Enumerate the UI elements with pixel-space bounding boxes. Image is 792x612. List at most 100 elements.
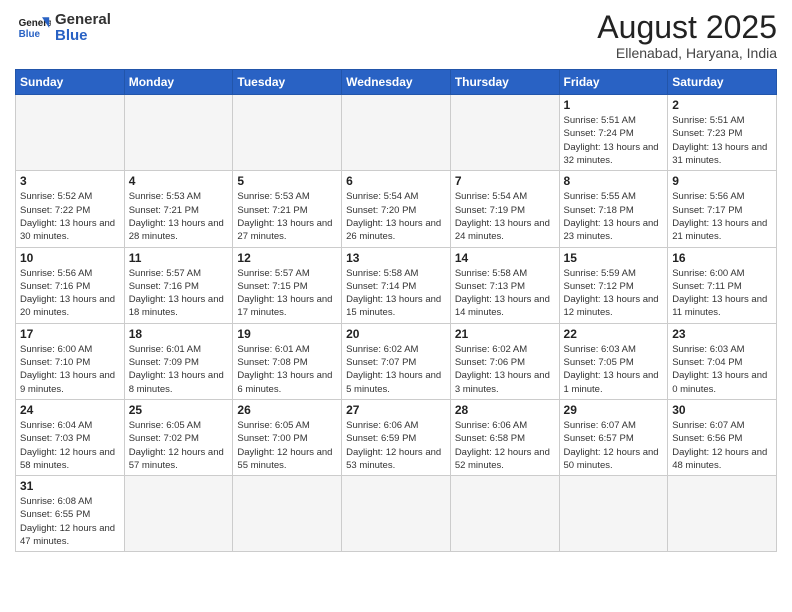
day-info: Sunrise: 6:08 AM Sunset: 6:55 PM Dayligh… xyxy=(20,495,120,548)
calendar-cell: 7Sunrise: 5:54 AM Sunset: 7:19 PM Daylig… xyxy=(450,171,559,247)
calendar-week-row: 10 Sunrise: 5:56 AM Sunset: 7:16 PM Dayli… xyxy=(16,247,777,323)
calendar-cell: 13 Sunrise: 5:58 AM Sunset: 7:14 PM Dayli… xyxy=(342,247,451,323)
day-number: 26 xyxy=(237,403,337,417)
calendar-cell: 30Sunrise: 6:07 AM Sunset: 6:56 PM Dayli… xyxy=(668,399,777,475)
calendar-cell xyxy=(124,95,233,171)
calendar-cell xyxy=(16,95,125,171)
day-number: 14 xyxy=(455,251,555,265)
calendar-title: August 2025 xyxy=(597,10,777,45)
day-number: 17 xyxy=(20,327,120,341)
day-info: Sunrise: 5:51 AM Sunset: 7:24 PM Dayligh… xyxy=(564,114,664,167)
logo: General Blue General Blue xyxy=(15,10,111,46)
calendar-cell: 23Sunrise: 6:03 AM Sunset: 7:04 PM Dayli… xyxy=(668,323,777,399)
calendar-cell: 4 Sunrise: 5:53 AM Sunset: 7:21 PM Daylig… xyxy=(124,171,233,247)
day-info: Sunrise: 6:00 AM Sunset: 7:10 PM Dayligh… xyxy=(20,343,120,396)
day-info: Sunrise: 5:59 AM Sunset: 7:12 PM Dayligh… xyxy=(564,267,664,320)
calendar-cell: 27Sunrise: 6:06 AM Sunset: 6:59 PM Dayli… xyxy=(342,399,451,475)
day-info: Sunrise: 6:00 AM Sunset: 7:11 PM Dayligh… xyxy=(672,267,772,320)
calendar-cell: 25 Sunrise: 6:05 AM Sunset: 7:02 PM Dayli… xyxy=(124,399,233,475)
weekday-header-thursday: Thursday xyxy=(450,70,559,95)
weekday-header-row: SundayMondayTuesdayWednesdayThursdayFrid… xyxy=(16,70,777,95)
day-number: 1 xyxy=(564,98,664,112)
calendar-cell: 29Sunrise: 6:07 AM Sunset: 6:57 PM Dayli… xyxy=(559,399,668,475)
calendar-cell: 14 Sunrise: 5:58 AM Sunset: 7:13 PM Dayli… xyxy=(450,247,559,323)
day-number: 28 xyxy=(455,403,555,417)
svg-text:Blue: Blue xyxy=(19,29,41,40)
day-number: 9 xyxy=(672,174,772,188)
day-number: 4 xyxy=(129,174,229,188)
day-number: 24 xyxy=(20,403,120,417)
calendar-cell xyxy=(233,476,342,552)
calendar-cell: 10 Sunrise: 5:56 AM Sunset: 7:16 PM Dayli… xyxy=(16,247,125,323)
calendar-week-row: 1 Sunrise: 5:51 AM Sunset: 7:24 PM Daylig… xyxy=(16,95,777,171)
day-number: 12 xyxy=(237,251,337,265)
calendar-subtitle: Ellenabad, Haryana, India xyxy=(597,45,777,61)
calendar-cell: 16 Sunrise: 6:00 AM Sunset: 7:11 PM Dayli… xyxy=(668,247,777,323)
calendar-cell: 6Sunrise: 5:54 AM Sunset: 7:20 PM Daylig… xyxy=(342,171,451,247)
day-info: Sunrise: 6:05 AM Sunset: 7:02 PM Dayligh… xyxy=(129,419,229,472)
day-info: Sunrise: 5:53 AM Sunset: 7:21 PM Dayligh… xyxy=(129,190,229,243)
day-number: 13 xyxy=(346,251,446,265)
day-info: Sunrise: 6:06 AM Sunset: 6:58 PM Dayligh… xyxy=(455,419,555,472)
day-number: 25 xyxy=(129,403,229,417)
calendar-cell: 9Sunrise: 5:56 AM Sunset: 7:17 PM Daylig… xyxy=(668,171,777,247)
calendar-cell: 24 Sunrise: 6:04 AM Sunset: 7:03 PM Dayli… xyxy=(16,399,125,475)
day-info: Sunrise: 6:02 AM Sunset: 7:06 PM Dayligh… xyxy=(455,343,555,396)
day-info: Sunrise: 5:58 AM Sunset: 7:13 PM Dayligh… xyxy=(455,267,555,320)
day-info: Sunrise: 6:02 AM Sunset: 7:07 PM Dayligh… xyxy=(346,343,446,396)
calendar-cell: 20 Sunrise: 6:02 AM Sunset: 7:07 PM Dayli… xyxy=(342,323,451,399)
day-number: 21 xyxy=(455,327,555,341)
title-block: August 2025 Ellenabad, Haryana, India xyxy=(597,10,777,61)
day-info: Sunrise: 5:57 AM Sunset: 7:16 PM Dayligh… xyxy=(129,267,229,320)
calendar-cell: 22Sunrise: 6:03 AM Sunset: 7:05 PM Dayli… xyxy=(559,323,668,399)
weekday-header-sunday: Sunday xyxy=(16,70,125,95)
weekday-header-tuesday: Tuesday xyxy=(233,70,342,95)
day-info: Sunrise: 5:56 AM Sunset: 7:16 PM Dayligh… xyxy=(20,267,120,320)
calendar-cell xyxy=(450,476,559,552)
calendar-cell xyxy=(668,476,777,552)
calendar-cell: 17 Sunrise: 6:00 AM Sunset: 7:10 PM Dayli… xyxy=(16,323,125,399)
weekday-header-friday: Friday xyxy=(559,70,668,95)
calendar-cell: 11 Sunrise: 5:57 AM Sunset: 7:16 PM Dayli… xyxy=(124,247,233,323)
calendar-table: SundayMondayTuesdayWednesdayThursdayFrid… xyxy=(15,69,777,552)
day-info: Sunrise: 5:51 AM Sunset: 7:23 PM Dayligh… xyxy=(672,114,772,167)
weekday-header-saturday: Saturday xyxy=(668,70,777,95)
calendar-cell xyxy=(559,476,668,552)
calendar-cell xyxy=(233,95,342,171)
logo-icon: General Blue xyxy=(15,10,51,46)
calendar-cell: 12 Sunrise: 5:57 AM Sunset: 7:15 PM Dayli… xyxy=(233,247,342,323)
calendar-cell xyxy=(124,476,233,552)
day-number: 16 xyxy=(672,251,772,265)
day-number: 31 xyxy=(20,479,120,493)
day-info: Sunrise: 5:58 AM Sunset: 7:14 PM Dayligh… xyxy=(346,267,446,320)
calendar-cell: 19Sunrise: 6:01 AM Sunset: 7:08 PM Dayli… xyxy=(233,323,342,399)
day-info: Sunrise: 6:01 AM Sunset: 7:08 PM Dayligh… xyxy=(237,343,337,396)
calendar-cell: 15Sunrise: 5:59 AM Sunset: 7:12 PM Dayli… xyxy=(559,247,668,323)
day-number: 3 xyxy=(20,174,120,188)
calendar-cell: 28 Sunrise: 6:06 AM Sunset: 6:58 PM Dayli… xyxy=(450,399,559,475)
day-info: Sunrise: 6:03 AM Sunset: 7:05 PM Dayligh… xyxy=(564,343,664,396)
day-number: 10 xyxy=(20,251,120,265)
day-number: 8 xyxy=(564,174,664,188)
calendar-cell: 3 Sunrise: 5:52 AM Sunset: 7:22 PM Daylig… xyxy=(16,171,125,247)
calendar-cell: 21 Sunrise: 6:02 AM Sunset: 7:06 PM Dayli… xyxy=(450,323,559,399)
calendar-cell xyxy=(342,476,451,552)
day-info: Sunrise: 6:05 AM Sunset: 7:00 PM Dayligh… xyxy=(237,419,337,472)
calendar-week-row: 31 Sunrise: 6:08 AM Sunset: 6:55 PM Dayli… xyxy=(16,476,777,552)
logo-general: General xyxy=(55,12,111,29)
day-info: Sunrise: 6:07 AM Sunset: 6:57 PM Dayligh… xyxy=(564,419,664,472)
day-info: Sunrise: 5:54 AM Sunset: 7:20 PM Dayligh… xyxy=(346,190,446,243)
weekday-header-monday: Monday xyxy=(124,70,233,95)
day-number: 2 xyxy=(672,98,772,112)
calendar-week-row: 17 Sunrise: 6:00 AM Sunset: 7:10 PM Dayli… xyxy=(16,323,777,399)
day-info: Sunrise: 5:54 AM Sunset: 7:19 PM Dayligh… xyxy=(455,190,555,243)
day-number: 11 xyxy=(129,251,229,265)
weekday-header-wednesday: Wednesday xyxy=(342,70,451,95)
day-info: Sunrise: 5:57 AM Sunset: 7:15 PM Dayligh… xyxy=(237,267,337,320)
calendar-cell: 2 Sunrise: 5:51 AM Sunset: 7:23 PM Daylig… xyxy=(668,95,777,171)
day-info: Sunrise: 6:01 AM Sunset: 7:09 PM Dayligh… xyxy=(129,343,229,396)
day-number: 20 xyxy=(346,327,446,341)
day-info: Sunrise: 5:52 AM Sunset: 7:22 PM Dayligh… xyxy=(20,190,120,243)
day-info: Sunrise: 6:04 AM Sunset: 7:03 PM Dayligh… xyxy=(20,419,120,472)
day-info: Sunrise: 5:55 AM Sunset: 7:18 PM Dayligh… xyxy=(564,190,664,243)
